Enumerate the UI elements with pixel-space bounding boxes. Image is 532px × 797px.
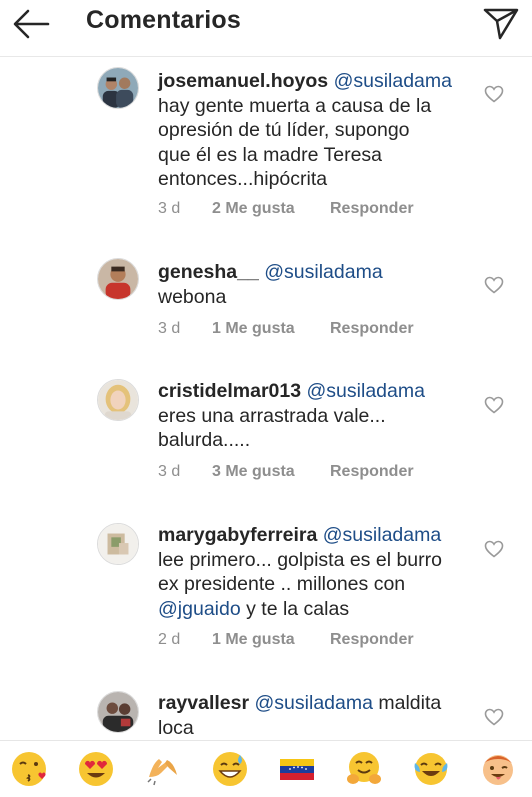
heart-icon[interactable] bbox=[484, 396, 504, 414]
paper-plane-icon[interactable] bbox=[480, 2, 522, 44]
comment-mention[interactable]: @susiladama bbox=[307, 380, 425, 402]
avatar[interactable] bbox=[97, 258, 139, 300]
likes-count[interactable]: 1 Me gusta bbox=[212, 320, 295, 338]
avatar[interactable] bbox=[97, 691, 139, 733]
likes-count[interactable]: 3 Me gusta bbox=[212, 463, 295, 481]
heart-icon[interactable] bbox=[484, 276, 504, 294]
comment-text: genesha__ @susiladama webona bbox=[158, 260, 476, 309]
comment-mention[interactable]: @susiladama bbox=[255, 692, 373, 714]
comment-line: y te la calas bbox=[240, 597, 350, 620]
comment-time: 2 d bbox=[158, 631, 181, 648]
comment-mention[interactable]: @susiladama bbox=[264, 261, 382, 283]
heart-icon[interactable] bbox=[484, 85, 504, 103]
heart-eyes-emoji[interactable] bbox=[76, 749, 116, 789]
hugging-emoji[interactable] bbox=[344, 749, 384, 789]
comment-time: 3 d bbox=[158, 463, 181, 480]
comment-line: loca bbox=[158, 716, 194, 739]
comment-username[interactable]: genesha__ bbox=[158, 261, 259, 283]
likes-count[interactable]: 1 Me gusta bbox=[212, 631, 295, 649]
comment-mention[interactable]: @susiladama bbox=[323, 524, 441, 546]
comment-text: cristidelmar013 @susiladama eres una arr… bbox=[158, 379, 476, 453]
comment-time: 3 d bbox=[158, 200, 181, 217]
comment-time: 3 d bbox=[158, 320, 181, 337]
heart-icon[interactable] bbox=[484, 708, 504, 726]
comment-line: opresión de tú líder, supongo bbox=[158, 119, 410, 141]
emoji-bar bbox=[0, 740, 532, 797]
tongue-wink-emoji[interactable] bbox=[478, 749, 518, 789]
comment-username[interactable]: josemanuel.hoyos bbox=[158, 70, 328, 92]
comment-line: que él es la madre Teresa bbox=[158, 143, 383, 166]
kissing-heart-emoji[interactable] bbox=[9, 749, 49, 789]
comment-text: rayvallesr @susiladama maldita loca bbox=[158, 691, 476, 740]
comment-text: marygabyferreira @susiladama lee primero… bbox=[158, 523, 476, 621]
joy-emoji[interactable] bbox=[411, 749, 451, 789]
comment-line: lee primero... golpista es el burro bbox=[158, 548, 442, 571]
comment-line: hay gente muerta a causa de la bbox=[158, 94, 432, 117]
venezuela-flag-emoji[interactable] bbox=[277, 749, 317, 789]
comment-line: maldita bbox=[372, 692, 442, 714]
avatar[interactable] bbox=[97, 379, 139, 421]
comment-username[interactable]: cristidelmar013 bbox=[158, 380, 301, 402]
comment-line: balurda..... bbox=[158, 429, 251, 451]
comment-text: josemanuel.hoyos @susiladama hay gente m… bbox=[158, 69, 476, 192]
avatar[interactable] bbox=[97, 67, 139, 109]
comment-username[interactable]: marygabyferreira bbox=[158, 524, 317, 546]
heart-icon[interactable] bbox=[484, 540, 504, 558]
avatar[interactable] bbox=[97, 523, 139, 565]
comment-list[interactable]: josemanuel.hoyos @susiladama hay gente m… bbox=[0, 57, 532, 740]
comment-line: webona bbox=[158, 285, 227, 308]
likes-count[interactable]: 2 Me gusta bbox=[212, 200, 295, 218]
top-bar: Comentarios bbox=[0, 0, 532, 57]
comment-mention[interactable]: @susiladama bbox=[334, 70, 452, 92]
comment-username[interactable]: rayvallesr bbox=[158, 692, 249, 714]
raised-hands-emoji[interactable] bbox=[143, 749, 183, 789]
sweat-smile-emoji[interactable] bbox=[210, 749, 250, 789]
arrow-left-icon[interactable] bbox=[10, 4, 54, 44]
comment-line: entonces...hipócrita bbox=[158, 168, 328, 190]
reply-button[interactable]: Responder bbox=[330, 463, 414, 481]
page-title: Comentarios bbox=[86, 6, 242, 34]
reply-button[interactable]: Responder bbox=[330, 320, 414, 338]
reply-button[interactable]: Responder bbox=[330, 200, 414, 218]
comment-mention[interactable]: @jguaido bbox=[158, 598, 241, 620]
reply-button[interactable]: Responder bbox=[330, 631, 414, 649]
comment-line: eres una arrastrada vale... bbox=[158, 404, 386, 427]
comment-line: ex presidente .. millones con bbox=[158, 573, 406, 595]
